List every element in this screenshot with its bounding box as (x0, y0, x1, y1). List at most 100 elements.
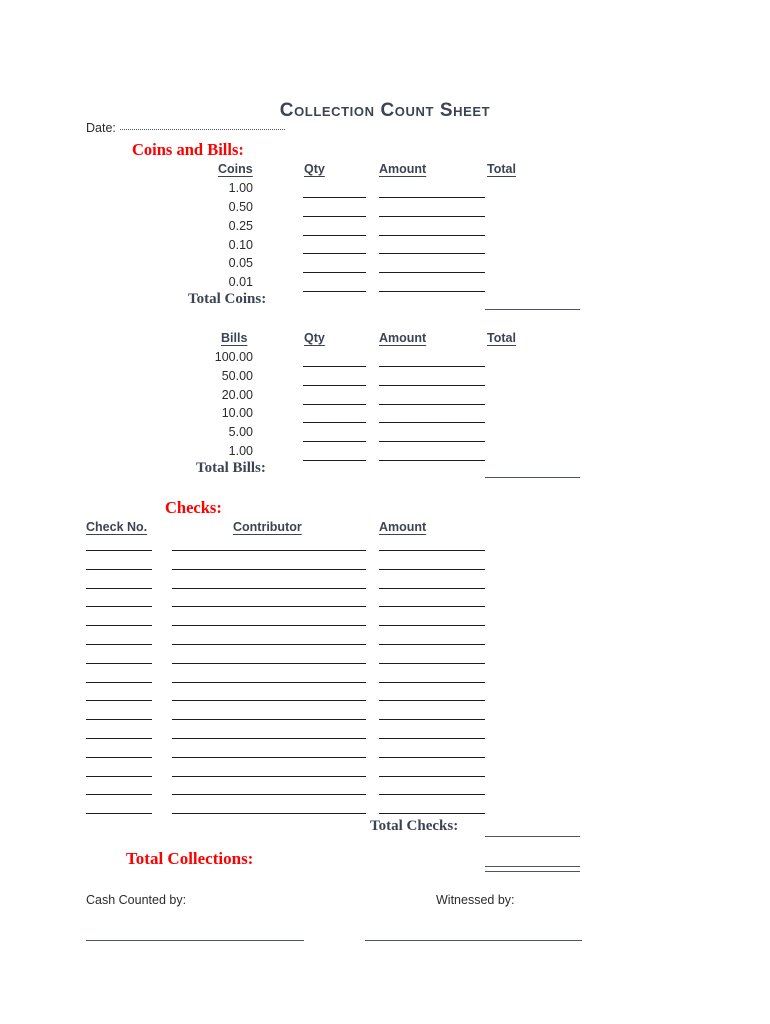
coin-amount-input-0-05[interactable] (379, 272, 485, 273)
coins-column-header-qty: Qty (304, 162, 325, 176)
coin-amount-input-0-25[interactable] (379, 235, 485, 236)
bill-amount-input-100-00[interactable] (379, 366, 485, 367)
bill-qty-input-20-00[interactable] (303, 404, 366, 405)
bill-qty-input-10-00[interactable] (303, 422, 366, 423)
check-row-7-amount-input[interactable] (379, 662, 485, 664)
bill-denomination-20-00: 20.00 (221, 388, 253, 402)
total-bills-input[interactable] (485, 477, 580, 478)
check-row-5-contributor-input[interactable] (172, 625, 366, 627)
bill-amount-input-20-00[interactable] (379, 404, 485, 405)
check-row-3-check-no-input[interactable] (86, 587, 152, 589)
check-row-2-contributor-input[interactable] (172, 568, 366, 570)
check-row-8-amount-input[interactable] (379, 681, 485, 683)
coin-denomination-0-50: 0.50 (228, 200, 253, 214)
total-coins-input[interactable] (485, 309, 580, 310)
check-row-10-check-no-input[interactable] (86, 719, 152, 721)
coin-amount-input-0-10[interactable] (379, 253, 485, 254)
coins-column-header-denomination: Coins (218, 162, 253, 176)
bills-column-header-qty: Qty (304, 331, 325, 345)
check-row-5-check-no-input[interactable] (86, 625, 152, 627)
checks-column-header-amount: Amount (379, 520, 427, 534)
collection-count-sheet-page: Collection Count Sheet Date: Coins and B… (0, 0, 770, 1024)
check-row-14-check-no-input[interactable] (86, 794, 152, 796)
date-input-line[interactable] (119, 128, 285, 130)
bill-qty-input-1-00[interactable] (303, 460, 366, 461)
check-row-6-contributor-input[interactable] (172, 644, 366, 645)
check-row-5-amount-input[interactable] (379, 625, 485, 627)
check-row-4-contributor-input[interactable] (172, 606, 366, 608)
bill-amount-input-1-00[interactable] (379, 460, 485, 461)
coin-qty-input-1-00[interactable] (303, 197, 366, 198)
coin-amount-input-0-50[interactable] (379, 216, 485, 217)
date-label: Date: (86, 121, 116, 135)
coin-qty-input-0-25[interactable] (303, 235, 366, 236)
check-row-8-contributor-input[interactable] (172, 681, 366, 683)
check-row-1-check-no-input[interactable] (86, 550, 152, 551)
checks-column-header-contributor: Contributor (233, 520, 302, 534)
check-row-2-amount-input[interactable] (379, 568, 485, 570)
total-collections-input[interactable] (485, 866, 580, 872)
check-row-6-amount-input[interactable] (379, 644, 485, 645)
check-row-15-amount-input[interactable] (379, 813, 485, 815)
check-row-12-contributor-input[interactable] (172, 756, 366, 758)
check-row-10-amount-input[interactable] (379, 719, 485, 721)
bill-denomination-1-00: 1.00 (228, 444, 253, 458)
check-row-4-amount-input[interactable] (379, 606, 485, 608)
bills-column-header-denomination: Bills (221, 331, 248, 345)
check-row-15-check-no-input[interactable] (86, 813, 152, 815)
check-row-13-amount-input[interactable] (379, 775, 485, 777)
coin-qty-input-0-05[interactable] (303, 272, 366, 273)
check-row-3-contributor-input[interactable] (172, 587, 366, 589)
bill-denomination-50-00: 50.00 (221, 369, 253, 383)
bill-denomination-100-00: 100.00 (214, 350, 253, 364)
check-row-2-check-no-input[interactable] (86, 568, 152, 570)
check-row-1-contributor-input[interactable] (172, 550, 366, 551)
bill-amount-input-5-00[interactable] (379, 441, 485, 442)
bill-qty-input-5-00[interactable] (303, 441, 366, 442)
date-field-row: Date: (86, 121, 285, 135)
bill-qty-input-50-00[interactable] (303, 385, 366, 386)
bill-qty-input-100-00[interactable] (303, 366, 366, 367)
coin-denomination-0-01: 0.01 (228, 275, 253, 289)
cash-counted-by-label: Cash Counted by: (86, 893, 187, 907)
total-checks-input[interactable] (485, 836, 580, 837)
check-row-11-check-no-input[interactable] (86, 738, 152, 739)
section-heading-coins-and-bills: Coins and Bills: (132, 140, 244, 159)
check-row-12-check-no-input[interactable] (86, 756, 152, 758)
coins-column-header-amount: Amount (379, 162, 427, 176)
coin-qty-input-0-01[interactable] (303, 291, 366, 292)
section-heading-checks: Checks: (165, 498, 222, 517)
check-row-15-contributor-input[interactable] (172, 813, 366, 815)
bill-denomination-5-00: 5.00 (228, 425, 253, 439)
coin-qty-input-0-50[interactable] (303, 216, 366, 217)
check-row-10-contributor-input[interactable] (172, 719, 366, 721)
total-checks-label: Total Checks: (370, 818, 459, 834)
check-row-11-amount-input[interactable] (379, 738, 485, 739)
check-row-7-check-no-input[interactable] (86, 662, 152, 664)
check-row-12-amount-input[interactable] (379, 756, 485, 758)
check-row-13-check-no-input[interactable] (86, 775, 152, 777)
check-row-6-check-no-input[interactable] (86, 644, 152, 645)
check-row-4-check-no-input[interactable] (86, 606, 152, 608)
check-row-13-contributor-input[interactable] (172, 775, 366, 777)
coin-amount-input-0-01[interactable] (379, 291, 485, 292)
bill-amount-input-10-00[interactable] (379, 422, 485, 423)
witnessed-by-label: Witnessed by: (436, 893, 515, 907)
bill-amount-input-50-00[interactable] (379, 385, 485, 386)
check-row-9-check-no-input[interactable] (86, 700, 152, 702)
coin-qty-input-0-10[interactable] (303, 253, 366, 254)
check-row-11-contributor-input[interactable] (172, 738, 366, 739)
check-row-3-amount-input[interactable] (379, 587, 485, 589)
check-row-9-amount-input[interactable] (379, 700, 485, 702)
witnessed-by-signature-line[interactable] (365, 940, 582, 941)
coin-amount-input-1-00[interactable] (379, 197, 485, 198)
check-row-9-contributor-input[interactable] (172, 700, 366, 702)
bill-denomination-10-00: 10.00 (221, 406, 253, 420)
check-row-14-amount-input[interactable] (379, 794, 485, 796)
cash-counted-by-signature-line[interactable] (86, 940, 304, 941)
check-row-1-amount-input[interactable] (379, 550, 485, 551)
check-row-8-check-no-input[interactable] (86, 681, 152, 683)
check-row-7-contributor-input[interactable] (172, 662, 366, 664)
coin-denomination-0-25: 0.25 (228, 219, 253, 233)
check-row-14-contributor-input[interactable] (172, 794, 366, 796)
